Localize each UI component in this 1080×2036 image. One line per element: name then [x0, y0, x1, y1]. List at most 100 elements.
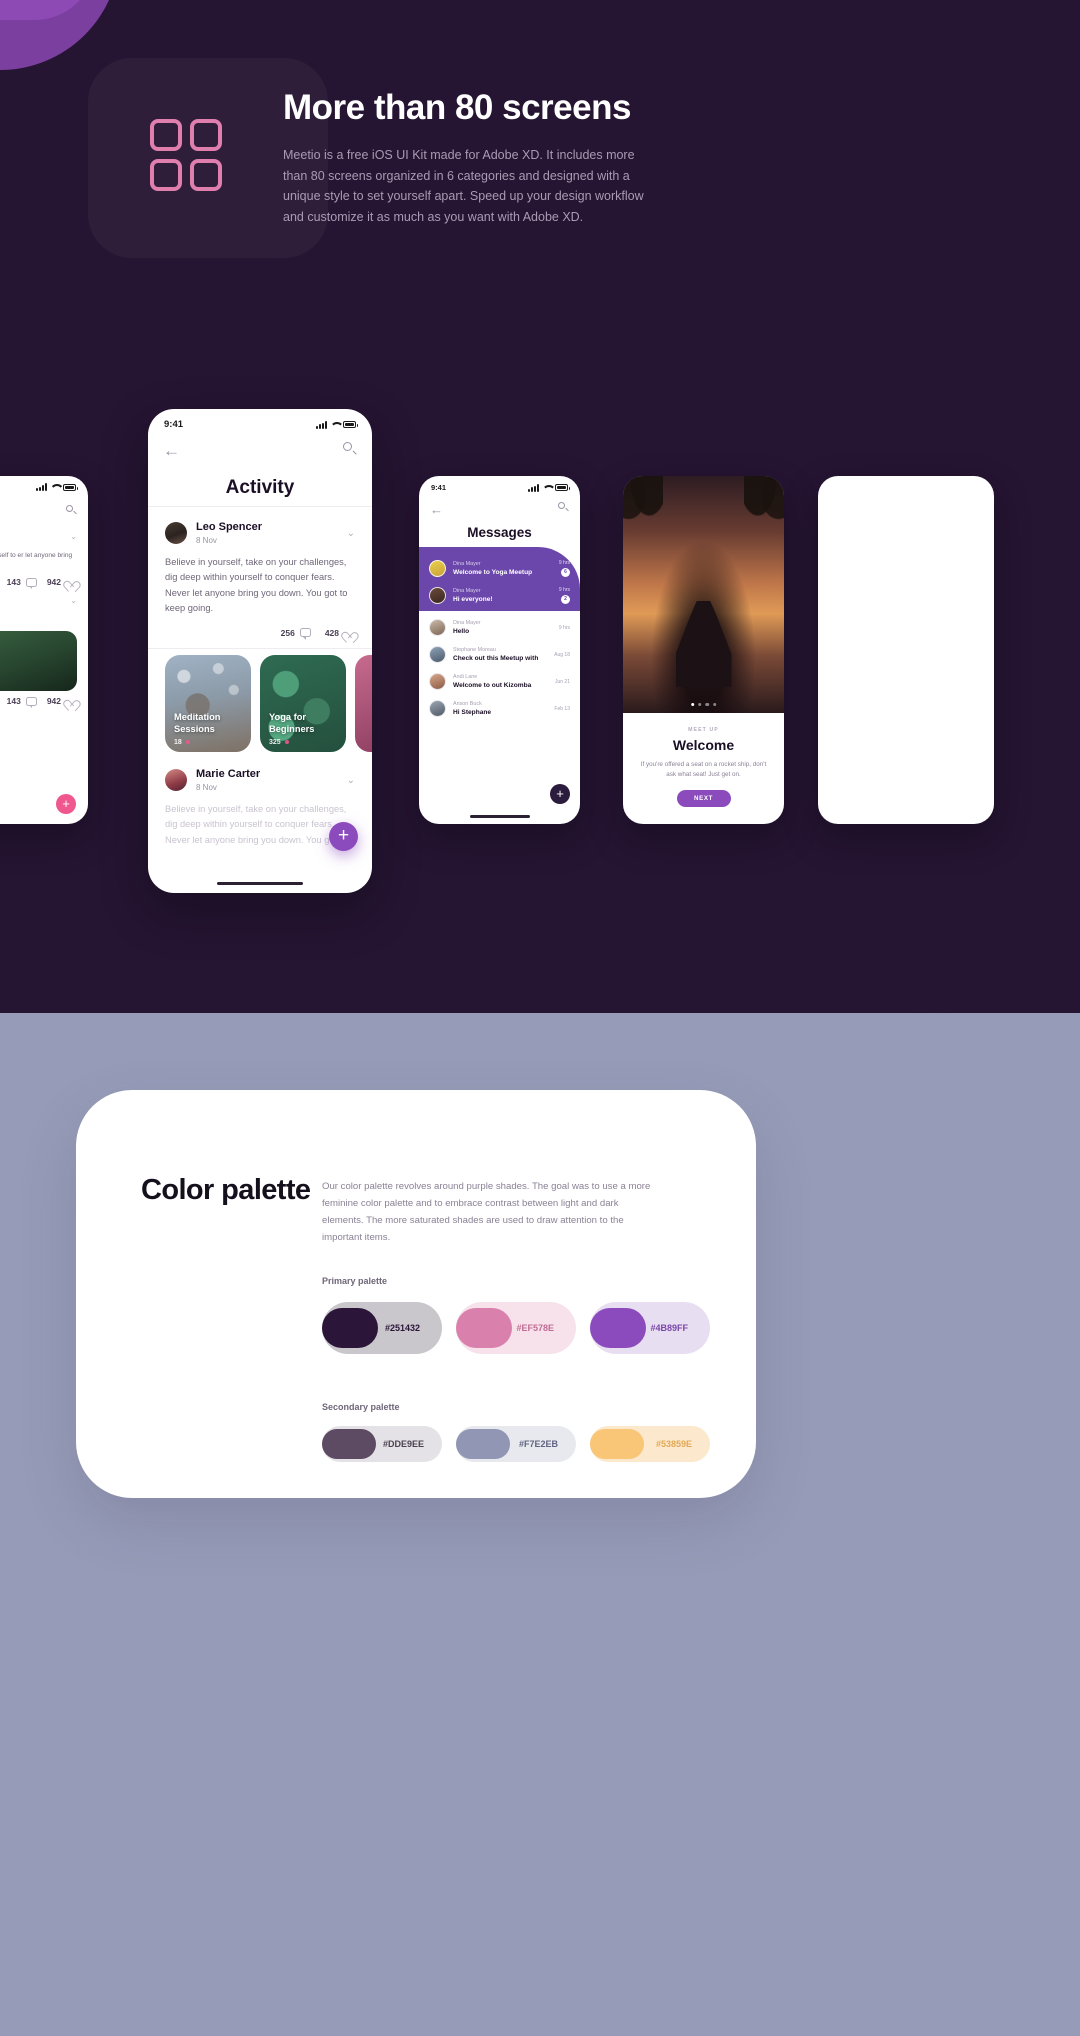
compose-button[interactable]: + — [550, 784, 570, 804]
dot-icon — [284, 740, 289, 745]
message-row[interactable]: Stephane Moreau Check out this Meetup wi… — [419, 641, 580, 668]
battery-icon — [343, 421, 358, 428]
message-row[interactable]: Anson Buck Hi Stephane Feb 13 — [419, 695, 580, 722]
list-item-body: u're halfway there. — [0, 614, 88, 625]
carousel-dot[interactable] — [712, 702, 717, 706]
list-item[interactable]: Barbosa — [0, 710, 88, 737]
message-row[interactable]: Dina Mayer Hello 9 hrs — [419, 614, 580, 641]
avatar — [429, 560, 446, 577]
phone-mockup-welcome: MEET UP Welcome If you're offered a seat… — [623, 476, 784, 824]
wifi-icon — [542, 484, 552, 492]
chevron-down-icon[interactable]: ⌄ — [347, 775, 355, 786]
comment-count-value: 143 — [6, 696, 21, 706]
palette-description: Our color palette revolves around purple… — [322, 1181, 651, 1243]
avatar — [165, 769, 187, 792]
back-icon[interactable]: ← — [163, 442, 180, 459]
list-item[interactable]: n Gaveau ⌄ — [0, 523, 88, 550]
media-card-count-value: 325 — [269, 738, 281, 746]
comment-count: 143 — [6, 696, 37, 708]
message-row[interactable]: Dina Mayer Hi everyone! 9 hrs 2 — [419, 582, 580, 609]
search-icon[interactable] — [343, 442, 357, 456]
media-card-title: Meditation Sessions — [174, 711, 221, 734]
message-sender: Anson Buck — [453, 701, 482, 707]
message-preview: Hi Stephane — [453, 709, 492, 716]
chevron-down-icon[interactable]: ⌄ — [70, 532, 77, 541]
message-sender: Andi Lane — [453, 674, 478, 680]
post-stats: 256 428 — [165, 627, 355, 640]
post-author-block: Marie Carter 8 Nov — [196, 768, 260, 793]
like-count-value: 428 — [324, 627, 339, 638]
messages-read-section: Dina Mayer Hello 9 hrs Stephane Moreau C… — [419, 611, 580, 722]
color-swatch[interactable]: #EF578E — [456, 1302, 576, 1354]
avatar — [429, 587, 446, 604]
comment-icon — [25, 696, 37, 708]
next-button[interactable]: NEXT — [676, 790, 731, 807]
avatar — [429, 619, 446, 636]
color-chip — [590, 1308, 646, 1348]
battery-icon — [63, 483, 78, 491]
like-count-value: 942 — [46, 577, 61, 587]
list-item-body: take on your — [0, 737, 88, 748]
chevron-down-icon[interactable]: ⌄ — [347, 528, 355, 539]
color-swatch[interactable]: #DDE9EE — [322, 1426, 442, 1462]
avatar — [429, 646, 446, 663]
list-item-stats: 143 942 — [0, 572, 88, 589]
message-text: Anson Buck Hi Stephane — [453, 700, 547, 717]
back-icon[interactable]: ← — [430, 502, 443, 517]
carousel-dot[interactable] — [690, 702, 695, 706]
color-swatch[interactable]: #F7E2EB — [456, 1426, 576, 1462]
carousel-dots[interactable] — [690, 702, 717, 706]
like-count[interactable]: 428 — [325, 628, 355, 638]
message-sender: Dina Mayer — [453, 561, 481, 567]
message-time: Jun 21 — [554, 678, 570, 685]
signal-icon — [527, 483, 539, 492]
color-swatch[interactable]: #251432 — [322, 1302, 442, 1354]
comment-count-value: 256 — [280, 627, 295, 638]
color-swatch[interactable]: #53859E — [590, 1426, 710, 1462]
add-button[interactable]: + — [329, 822, 358, 851]
heart-icon — [66, 696, 77, 706]
post-header: Marie Carter 8 Nov ⌄ — [165, 768, 355, 793]
hero-description: Meetio is a free iOS UI Kit made for Ado… — [283, 148, 644, 224]
message-time: 9 hrs — [558, 560, 570, 566]
message-row[interactable]: Andi Lane Welcome to out Kizomba Jun 21 — [419, 668, 580, 695]
message-text: Dina Mayer Hello — [453, 619, 552, 636]
activity-header: ← Activity — [148, 430, 372, 506]
status-bar: 9:41 — [148, 409, 372, 430]
secondary-palette-row: #DDE9EE #F7E2EB #53859E — [322, 1426, 710, 1462]
divider — [148, 647, 372, 649]
comment-count[interactable]: 256 — [280, 627, 311, 640]
carousel-dot[interactable] — [705, 702, 709, 706]
message-meta: Aug 18 — [554, 652, 570, 658]
like-count: 942 — [47, 577, 77, 587]
post-body: Believe in yourself, take on your challe… — [165, 803, 348, 845]
color-chip — [590, 1429, 644, 1459]
search-icon[interactable] — [558, 502, 569, 513]
welcome-hero-image — [623, 476, 784, 713]
media-card[interactable]: Meditation Sessions 18 — [165, 654, 251, 752]
search-icon[interactable] — [66, 505, 77, 516]
chevron-down-icon[interactable]: ⌄ — [70, 596, 77, 605]
avatar — [429, 673, 446, 690]
color-chip — [456, 1308, 512, 1348]
media-card[interactable]: Yoga for Beginners 325 — [260, 654, 346, 752]
media-card-count: 18 — [174, 739, 190, 746]
media-card[interactable] — [355, 654, 372, 752]
welcome-content: MEET UP Welcome If you're offered a seat… — [623, 713, 784, 807]
signal-icon — [315, 420, 327, 429]
comment-count-value: 143 — [6, 577, 21, 587]
left-phone-header — [0, 491, 88, 523]
phone-mockup-activity: 9:41 ← Activity Leo Spencer 8 Nov ⌄ Beli… — [148, 409, 372, 893]
post-author: Leo Spencer — [196, 521, 263, 533]
message-time: 9 hrs — [558, 624, 570, 631]
screen-title: Messages — [467, 525, 532, 540]
add-button[interactable]: + — [56, 794, 76, 814]
color-swatch[interactable]: #4B89FF — [590, 1302, 710, 1354]
message-row[interactable]: Dina Mayer Welcome to Yoga Meetup 9 hrs … — [419, 555, 580, 582]
grid-icon-cell — [150, 159, 182, 191]
message-preview: Hello — [453, 628, 470, 635]
status-bar: 9:41 — [419, 476, 580, 492]
carousel-dot[interactable] — [698, 702, 702, 706]
message-preview: Welcome to out Kizomba — [453, 682, 532, 689]
message-sender: Dina Mayer — [453, 588, 481, 594]
